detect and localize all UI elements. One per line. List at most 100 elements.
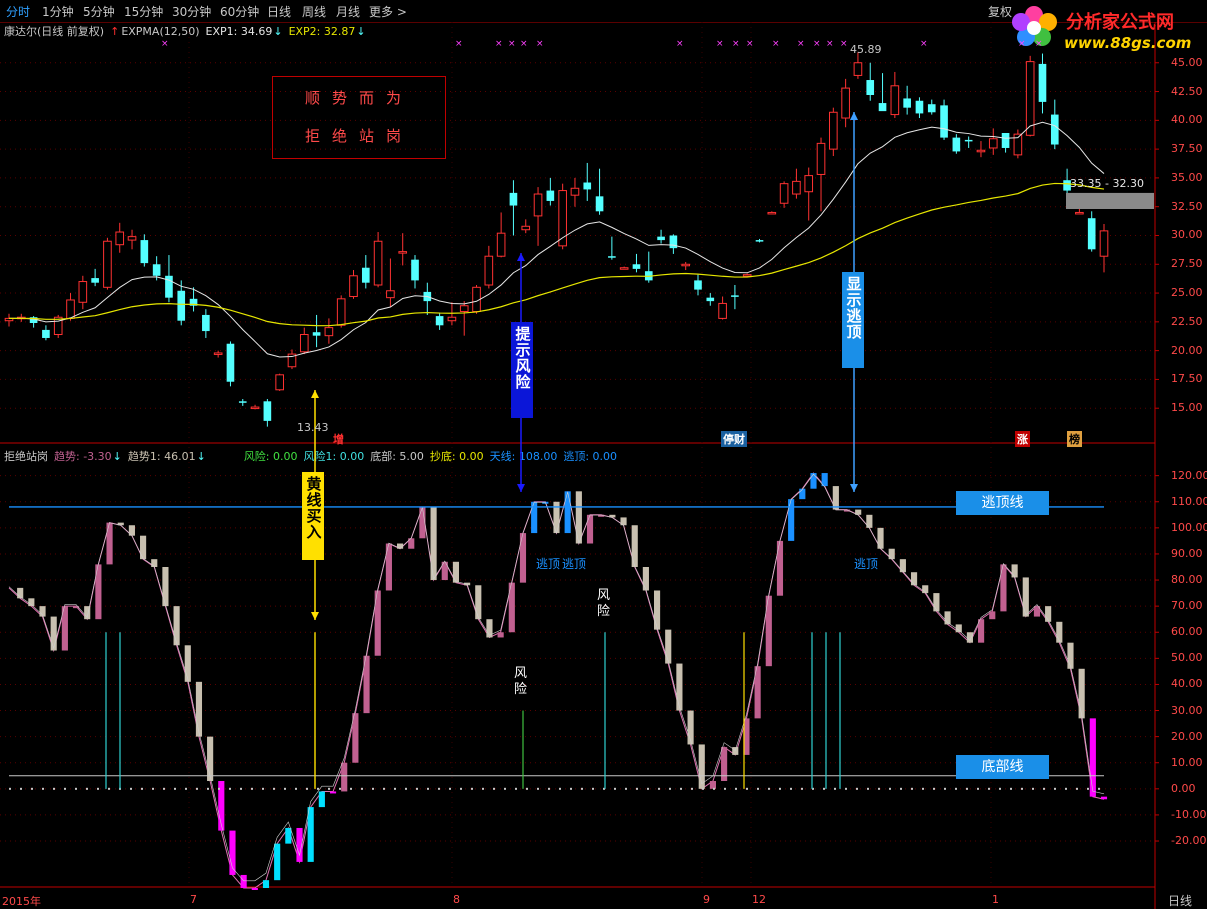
indicator-tick-label: 120.00	[1171, 468, 1207, 482]
candle-body	[435, 316, 444, 326]
indicator-bars	[8, 472, 1108, 890]
indicator-bar	[665, 629, 672, 664]
zero-dot	[372, 787, 374, 790]
zero-dot	[625, 787, 627, 790]
zero-dot	[735, 787, 737, 790]
zero-dot	[1065, 787, 1067, 790]
indicator-bar	[866, 514, 873, 528]
period-label: 日线	[1168, 894, 1193, 908]
x-label-7: 7	[190, 893, 197, 906]
zero-dot	[1054, 787, 1056, 790]
candle-body	[915, 100, 924, 114]
candle-body	[816, 142, 826, 175]
candle-body	[373, 240, 383, 286]
zero-dot	[746, 787, 748, 790]
x-marker: ×	[920, 39, 928, 49]
candle-body	[988, 138, 998, 149]
indicator-bar	[1089, 718, 1096, 797]
indicator-bar	[497, 632, 504, 638]
zero-dot	[691, 787, 693, 790]
zero-dot	[284, 787, 286, 790]
price-tick-label: 22.50	[1171, 314, 1203, 328]
candle-body	[742, 274, 752, 277]
candle-body	[681, 263, 690, 267]
indicator-bar	[452, 561, 460, 583]
candle-body	[1038, 63, 1047, 102]
candle-body	[509, 192, 518, 206]
zero-dot	[944, 787, 946, 790]
indicator-bar	[262, 880, 270, 888]
x-marker: ×	[813, 39, 821, 49]
indicator-bar	[1078, 668, 1085, 719]
candle-body	[878, 103, 887, 112]
candle-body	[263, 401, 272, 421]
zero-dot	[724, 787, 726, 790]
indicator-bar	[173, 606, 180, 646]
range-band	[1066, 192, 1154, 209]
candle-body	[140, 240, 149, 264]
zero-dot	[999, 787, 1001, 790]
zero-dot	[427, 787, 429, 790]
zero-dot	[680, 787, 682, 790]
candle-body	[53, 316, 63, 336]
indicator-bar	[195, 681, 203, 737]
candle-body	[213, 352, 223, 355]
zero-dot	[911, 787, 913, 790]
indicator-bar	[475, 585, 482, 620]
zero-dot	[900, 787, 902, 790]
zero-dot	[449, 787, 451, 790]
zero-dot	[1010, 787, 1012, 790]
indicator-tick-label: 60.00	[1171, 625, 1203, 639]
indicator-bar	[274, 843, 281, 881]
escape-arrow-tail	[850, 484, 858, 492]
candle-body	[657, 236, 665, 241]
indicator-bar	[888, 548, 895, 560]
indicator-bar	[285, 827, 292, 844]
indicator-bar	[352, 713, 359, 763]
slogan-box: 顺势而为 拒绝站岗	[272, 76, 446, 159]
zero-dot	[438, 787, 440, 790]
indicator-bar	[776, 540, 784, 596]
indicator-bar	[966, 632, 973, 643]
candle-body	[91, 278, 99, 283]
price-tick-label: 42.50	[1171, 84, 1203, 98]
zero-dot	[251, 787, 253, 790]
candle-body	[78, 281, 88, 303]
price-tick-label: 20.00	[1171, 343, 1203, 357]
zero-dot	[306, 787, 308, 790]
candle-body	[459, 305, 469, 312]
candle-body	[632, 264, 641, 269]
candle-body	[570, 187, 580, 196]
high-price-label: 45.89	[850, 43, 882, 56]
candle-body	[1001, 133, 1010, 148]
candle-body	[841, 87, 850, 119]
indicator-bar	[106, 522, 113, 565]
zero-dot	[647, 787, 649, 790]
trend-line	[8, 472, 1105, 889]
candle-body	[583, 182, 592, 190]
zero-dot	[1098, 787, 1100, 790]
x-marker: ×	[772, 39, 780, 49]
zero-dot	[548, 787, 550, 790]
risk-text-a: 风险	[514, 666, 528, 697]
indicator-bar	[318, 791, 325, 808]
zero-dot	[328, 787, 330, 790]
zero-dot	[394, 787, 396, 790]
indicator-tick-label: -20.00	[1171, 834, 1207, 848]
indicator-bar	[631, 525, 638, 567]
candle-body	[608, 256, 616, 258]
zero-dot	[262, 787, 264, 790]
exp2-line	[8, 182, 1105, 327]
candle-body	[238, 401, 247, 403]
zero-dot	[977, 787, 979, 790]
zero-dot	[163, 787, 165, 790]
zero-dot	[878, 787, 880, 790]
zero-dot	[845, 787, 847, 790]
yellow-buy-arrow-tail	[311, 612, 319, 620]
x-marker: ×	[536, 39, 544, 49]
price-tick-label: 15.00	[1171, 401, 1203, 415]
candle-body	[386, 290, 395, 299]
indicator-bar	[978, 619, 985, 643]
candle-body	[1099, 230, 1109, 257]
indicator-tick-label: 110.00	[1171, 494, 1207, 508]
